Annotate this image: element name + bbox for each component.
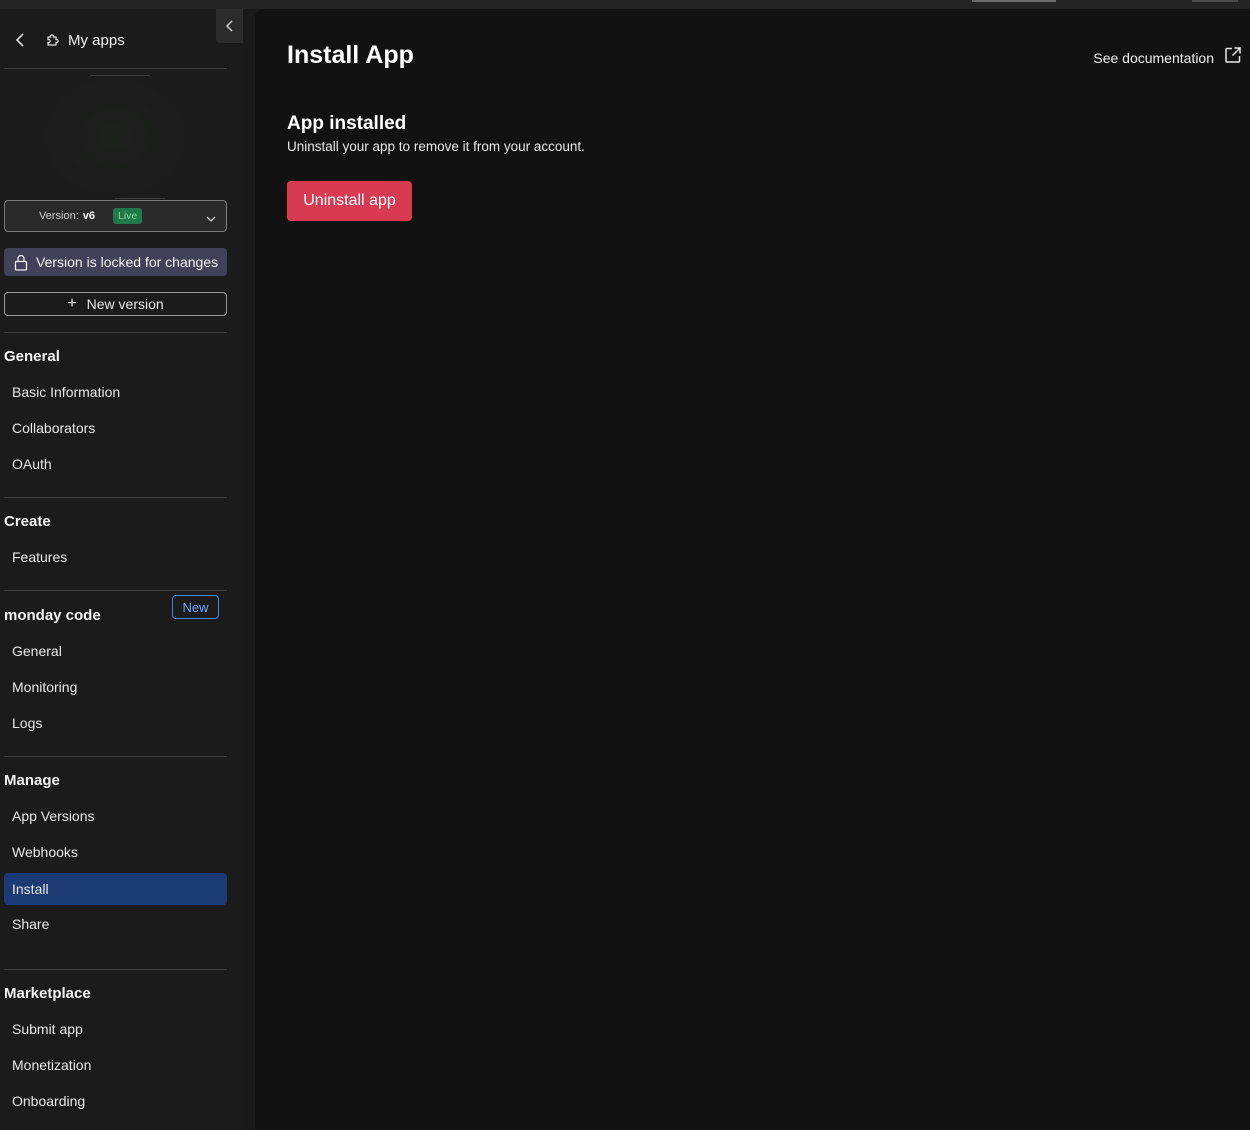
divider [4,497,227,498]
version-dropdown[interactable]: Version: v6 Live [4,200,227,232]
sidebar-item-features[interactable]: Features [4,541,227,573]
external-link-icon[interactable] [1224,46,1242,69]
divider [4,590,227,591]
new-badge: New [172,595,219,619]
sidebar-item-code-general[interactable]: General [4,635,227,667]
sidebar-item-share[interactable]: Share [4,908,227,940]
install-status-heading: App installed [287,113,407,134]
sidebar-item-logs[interactable]: Logs [4,707,227,739]
tab-indicator [972,0,1056,2]
section-title-manage: Manage [4,772,60,789]
locked-message: Version is locked for changes [36,254,219,270]
app-logo-area [40,75,190,199]
plus-icon: + [67,295,77,312]
version-locked-banner: Version is locked for changes [4,248,227,276]
sidebar-item-monitoring[interactable]: Monitoring [4,671,227,703]
sidebar-item-onboarding[interactable]: Onboarding [4,1085,227,1117]
version-label: Version: [39,210,79,222]
sidebar-item-app-versions[interactable]: App Versions [4,800,227,832]
collapse-sidebar-button[interactable] [216,9,243,43]
section-title-create: Create [4,513,51,530]
page-title: Install App [287,41,414,69]
sidebar-item-basic-information[interactable]: Basic Information [4,376,227,408]
divider [4,68,227,69]
puzzle-icon [42,29,64,51]
sidebar-item-monetization[interactable]: Monetization [4,1049,227,1081]
my-apps-link[interactable]: My apps [4,27,125,53]
section-title-monday-code: monday code [4,607,101,624]
uninstall-app-button[interactable]: Uninstall app [287,181,412,221]
new-version-label: New version [86,296,164,312]
docs-link-label[interactable]: See documentation [1093,50,1214,66]
see-documentation-link[interactable]: See documentation [1093,46,1242,69]
my-apps-label[interactable]: My apps [68,32,125,49]
chevron-left-icon[interactable] [8,28,32,52]
tab-indicator [1192,0,1238,2]
section-title-marketplace: Marketplace [4,985,91,1002]
divider [4,756,227,757]
sidebar: My apps Version: v6 Live Version is lock… [0,9,243,1130]
live-status-badge: Live [113,208,143,224]
version-number: v6 [82,210,95,222]
section-title-general: General [4,348,60,365]
sidebar-item-submit-app[interactable]: Submit app [4,1013,227,1045]
install-status-description: Uninstall your app to remove it from you… [287,139,585,154]
sidebar-item-collaborators[interactable]: Collaborators [4,412,227,444]
sidebar-item-oauth[interactable]: OAuth [4,448,227,480]
chevron-left-icon [225,20,233,32]
sidebar-item-install[interactable]: Install [4,873,227,905]
chevron-down-icon [206,210,216,228]
divider [4,332,227,333]
lock-icon [14,254,28,271]
browser-top-strip [0,0,1250,9]
new-version-button[interactable]: + New version [4,292,227,316]
sidebar-item-webhooks[interactable]: Webhooks [4,836,227,868]
divider [4,969,227,970]
main-content: Install App See documentation App instal… [255,9,1250,1130]
